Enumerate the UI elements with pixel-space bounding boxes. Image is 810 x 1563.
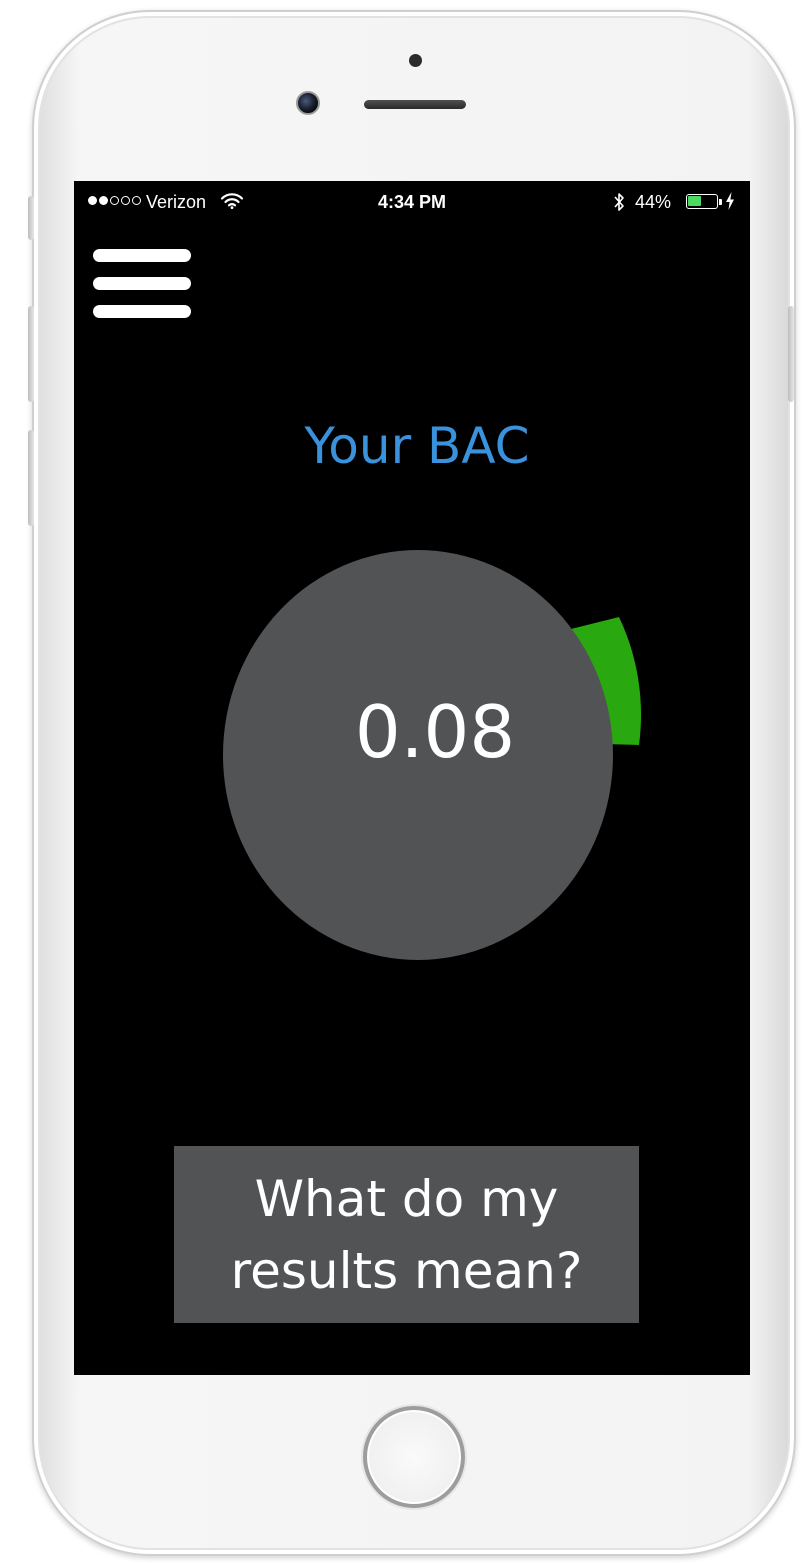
- results-button-line-1: What do my: [254, 1169, 559, 1228]
- volume-down-button[interactable]: [28, 430, 34, 526]
- what-do-my-results-mean-button[interactable]: What do my results mean?: [174, 1146, 639, 1323]
- home-button[interactable]: [363, 1406, 465, 1508]
- proximity-sensor: [409, 54, 422, 67]
- front-camera: [296, 91, 320, 115]
- app-screen: Verizon 4:34 PM 44% Your BAC 0.08 What d…: [74, 181, 750, 1375]
- bac-value: 0.08: [354, 690, 516, 774]
- results-button-line-2: results mean?: [230, 1241, 583, 1300]
- volume-up-button[interactable]: [28, 306, 34, 402]
- earpiece-speaker: [364, 100, 466, 109]
- mute-switch[interactable]: [28, 196, 34, 240]
- device-mockup: Verizon 4:34 PM 44% Your BAC 0.08 What d…: [0, 0, 810, 1563]
- power-button[interactable]: [788, 306, 794, 402]
